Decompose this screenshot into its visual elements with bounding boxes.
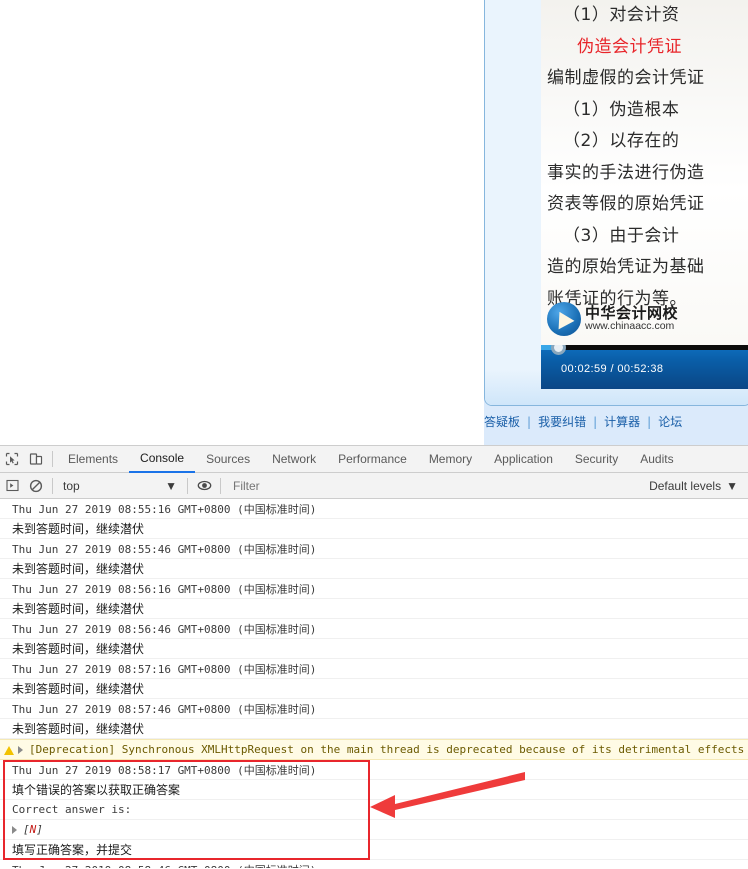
- site-watermark: 中华会计网校 www.chinaacc.com: [547, 302, 678, 336]
- video-player[interactable]: （1）对会计资 伪造会计凭证 编制虚假的会计凭证 （1）伪造根本 （2）以存在的…: [541, 0, 748, 389]
- console-context-selector[interactable]: top ▼: [57, 476, 183, 496]
- eye-icon[interactable]: [192, 474, 216, 498]
- link-calculator[interactable]: 计算器: [604, 413, 640, 430]
- console-row: 未到答题时间，继续潜伏: [0, 519, 748, 539]
- toolbar-divider: [220, 477, 221, 494]
- console-row: 未到答题时间，继续潜伏: [0, 559, 748, 579]
- context-label: top: [63, 478, 80, 493]
- watermark-text: 中华会计网校 www.chinaacc.com: [585, 303, 679, 333]
- player-time-display: 00:02:59 / 00:52:38: [561, 363, 664, 375]
- progress-bar-handle[interactable]: [551, 345, 566, 355]
- slide-line: （1）对会计资: [563, 5, 680, 25]
- tab-console[interactable]: Console: [129, 446, 196, 473]
- link-separator: |: [647, 414, 652, 429]
- console-row: Thu Jun 27 2019 08:56:16 GMT+0800 (中国标准时…: [0, 579, 748, 599]
- console-row: 未到答题时间，继续潜伏: [0, 639, 748, 659]
- slide-line: （3）由于会计: [563, 225, 680, 246]
- console-row: 未到答题时间，继续潜伏: [0, 599, 748, 619]
- console-warning-row[interactable]: [Deprecation] Synchronous XMLHttpRequest…: [0, 739, 748, 760]
- console-row: Thu Jun 27 2019 08:55:46 GMT+0800 (中国标准时…: [0, 539, 748, 559]
- array-value: N: [29, 823, 37, 836]
- devtools-panel: Elements Console Sources Network Perform…: [0, 445, 748, 869]
- console-row: Thu Jun 27 2019 08:55:16 GMT+0800 (中国标准时…: [0, 499, 748, 519]
- array-bracket-open: [: [23, 823, 30, 836]
- array-bracket-close: ]: [36, 823, 43, 836]
- expand-arrow-icon[interactable]: [18, 745, 23, 754]
- triangle-logo-icon: [547, 302, 581, 336]
- tab-performance[interactable]: Performance: [327, 446, 418, 473]
- chevron-down-icon: ▼: [165, 478, 177, 493]
- console-row: Thu Jun 27 2019 08:57:46 GMT+0800 (中国标准时…: [0, 699, 748, 719]
- watermark-site-url: www.chinaacc.com: [585, 320, 675, 333]
- link-separator: |: [527, 414, 532, 429]
- toolbar-divider: [52, 451, 53, 467]
- expand-arrow-icon[interactable]: [12, 825, 17, 834]
- console-row: Thu Jun 27 2019 08:56:46 GMT+0800 (中国标准时…: [0, 619, 748, 639]
- tab-application[interactable]: Application: [483, 446, 564, 473]
- slide-line: 事实的手法进行伪造: [547, 162, 705, 183]
- console-row: Correct answer is:: [0, 800, 748, 820]
- console-row: 填个错误的答案以获取正确答案: [0, 780, 748, 800]
- search-input[interactable]: [225, 474, 642, 497]
- console-array-row[interactable]: [N]: [0, 820, 748, 840]
- console-row: 填写正确答案，并提交: [0, 840, 748, 860]
- progress-bar-track[interactable]: [541, 345, 748, 355]
- tab-network[interactable]: Network: [261, 446, 327, 473]
- console-output[interactable]: Thu Jun 27 2019 08:55:16 GMT+0800 (中国标准时…: [0, 499, 748, 868]
- inspect-element-icon[interactable]: [0, 447, 24, 471]
- link-forum[interactable]: 论坛: [658, 413, 682, 430]
- console-row: Thu Jun 27 2019 08:58:17 GMT+0800 (中国标准时…: [0, 760, 748, 780]
- devtools-tab-bar: Elements Console Sources Network Perform…: [0, 446, 748, 473]
- console-row: Thu Jun 27 2019 08:57:16 GMT+0800 (中国标准时…: [0, 659, 748, 679]
- console-filter-bar: top ▼ Default levels ▼: [0, 473, 748, 499]
- chevron-down-icon: ▼: [726, 478, 738, 493]
- course-links-row: 答疑板 | 我要纠错 | 计算器 | 论坛: [484, 413, 748, 430]
- slide-line: 编制虚假的会计凭证: [547, 68, 705, 88]
- tab-elements[interactable]: Elements: [57, 446, 129, 473]
- tab-memory[interactable]: Memory: [418, 446, 483, 473]
- toolbar-divider: [187, 477, 188, 494]
- tab-sources[interactable]: Sources: [195, 446, 261, 473]
- page-left-whitespace: [0, 0, 484, 445]
- console-row: 未到答题时间，继续潜伏: [0, 719, 748, 739]
- warning-message: [Deprecation] Synchronous XMLHttpRequest…: [29, 743, 748, 756]
- web-page-area: （1）对会计资 伪造会计凭证 编制虚假的会计凭证 （1）伪造根本 （2）以存在的…: [0, 0, 748, 445]
- console-row: 未到答题时间，继续潜伏: [0, 679, 748, 699]
- player-control-bar[interactable]: 00:02:59 / 00:52:38: [541, 345, 748, 389]
- slide-line: 资表等假的原始凭证: [547, 194, 705, 214]
- levels-label: Default levels: [649, 478, 722, 493]
- toolbar-divider: [52, 477, 53, 494]
- tab-security[interactable]: Security: [564, 446, 629, 473]
- log-levels-selector[interactable]: Default levels ▼: [641, 479, 748, 493]
- clear-console-icon[interactable]: [24, 474, 48, 498]
- console-row: Thu Jun 27 2019 08:58:46 GMT+0800 (中国标准时…: [0, 860, 748, 869]
- link-answer-board[interactable]: 答疑板: [484, 413, 520, 430]
- tab-audits[interactable]: Audits: [629, 446, 684, 473]
- link-report-error[interactable]: 我要纠错: [538, 413, 586, 430]
- link-separator: |: [593, 414, 598, 429]
- slide-line: （1）伪造根本: [563, 99, 680, 120]
- execute-snippet-icon[interactable]: [0, 474, 24, 498]
- slide-line: （2）以存在的: [563, 131, 680, 151]
- lecture-slide: （1）对会计资 伪造会计凭证 编制虚假的会计凭证 （1）伪造根本 （2）以存在的…: [541, 0, 748, 345]
- warning-triangle-icon: [4, 746, 14, 755]
- device-toolbar-icon[interactable]: [24, 447, 48, 471]
- slide-line: 造的原始凭证为基础: [547, 257, 705, 277]
- slide-line-highlighted: 伪造会计凭证: [577, 36, 682, 57]
- watermark-site-name: 中华会计网校: [585, 303, 679, 322]
